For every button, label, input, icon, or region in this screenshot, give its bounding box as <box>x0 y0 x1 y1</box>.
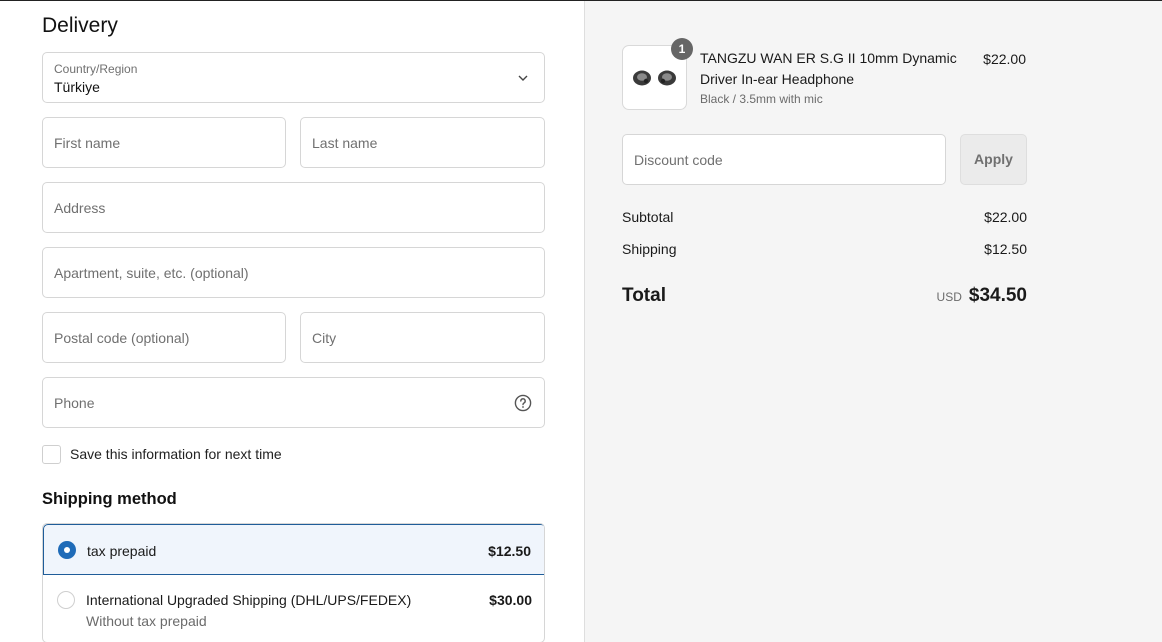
shipping-option-name: International Upgraded Shipping (DHL/UPS… <box>86 592 412 608</box>
shipping-option-name: tax prepaid <box>87 543 157 559</box>
last-name-placeholder: Last name <box>312 135 378 151</box>
delivery-title: Delivery <box>42 14 118 37</box>
subtotal-value: $22.00 <box>984 209 1027 225</box>
country-value: Türkiye <box>54 79 100 95</box>
shipping-label: Shipping <box>622 241 677 257</box>
quantity-badge: 1 <box>671 38 693 60</box>
shipping-value: $12.50 <box>984 241 1027 257</box>
shipping-option-international[interactable]: International Upgraded Shipping (DHL/UPS… <box>43 575 544 642</box>
subtotal-label: Subtotal <box>622 209 674 225</box>
apply-button[interactable]: Apply <box>960 134 1027 185</box>
shipping-row: Shipping $12.50 <box>622 241 1027 257</box>
total-amount-group: USD $34.50 <box>937 285 1027 307</box>
postal-code-placeholder: Postal code (optional) <box>54 330 190 346</box>
last-name-field[interactable]: Last name <box>300 117 545 168</box>
radio-selected-icon[interactable] <box>58 541 76 559</box>
product-price: $22.00 <box>983 51 1026 67</box>
city-field[interactable]: City <box>300 312 545 363</box>
apartment-field[interactable]: Apartment, suite, etc. (optional) <box>42 247 545 298</box>
first-name-field[interactable]: First name <box>42 117 286 168</box>
phone-placeholder: Phone <box>54 395 95 411</box>
shipping-method-title: Shipping method <box>42 490 177 508</box>
delivery-panel: Delivery Country/Region Türkiye First na… <box>0 1 584 642</box>
total-value: $34.50 <box>968 285 1027 306</box>
chevron-down-icon <box>518 75 528 81</box>
subtotal-row: Subtotal $22.00 <box>622 209 1027 225</box>
country-select[interactable]: Country/Region Türkiye <box>42 52 545 103</box>
phone-field[interactable]: Phone <box>42 377 545 428</box>
first-name-placeholder: First name <box>54 135 121 151</box>
postal-code-field[interactable]: Postal code (optional) <box>42 312 286 363</box>
save-info-row[interactable]: Save this information for next time <box>42 444 282 464</box>
discount-code-placeholder: Discount code <box>634 152 723 168</box>
country-label: Country/Region <box>54 62 138 76</box>
address-placeholder: Address <box>54 200 106 216</box>
product-name: TANGZU WAN ER S.G II 10mm Dynamic Driver… <box>700 50 957 87</box>
total-label: Total <box>622 285 666 306</box>
currency-code: USD <box>936 290 962 304</box>
help-circle-icon[interactable] <box>514 394 532 412</box>
shipping-option-tax-prepaid[interactable]: tax prepaid $12.50 <box>43 524 544 575</box>
shipping-option-subtitle: Without tax prepaid <box>86 613 207 629</box>
city-placeholder: City <box>312 330 337 346</box>
shipping-option-price: $30.00 <box>489 592 532 608</box>
shipping-option-price: $12.50 <box>488 543 531 559</box>
apartment-placeholder: Apartment, suite, etc. (optional) <box>54 265 249 281</box>
checkbox-icon[interactable] <box>42 444 61 464</box>
discount-code-field[interactable]: Discount code <box>622 134 946 185</box>
total-row: Total USD $34.50 <box>622 285 1027 307</box>
product-variant: Black / 3.5mm with mic <box>700 92 823 106</box>
radio-unselected-icon[interactable] <box>57 591 75 609</box>
save-info-label: Save this information for next time <box>70 446 282 462</box>
address-field[interactable]: Address <box>42 182 545 233</box>
order-summary-panel: 1 TANGZU WAN ER S.G II 10mm Dynamic Driv… <box>584 1 1162 642</box>
shipping-options: tax prepaid $12.50 International Upgrade… <box>42 523 545 642</box>
